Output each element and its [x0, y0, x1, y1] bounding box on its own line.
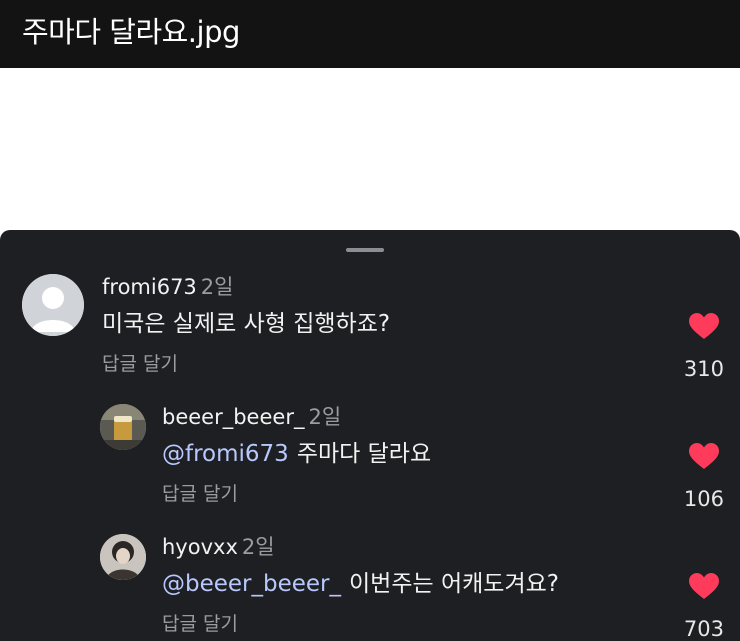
comment-text: 미국은 실제로 사형 집행하죠?	[102, 309, 390, 339]
like-count: 310	[683, 357, 724, 381]
comment-text: @fromi673 주마다 달라요	[162, 439, 431, 469]
mention-link[interactable]: @beeer_beeer_	[162, 571, 341, 597]
comments-sheet: fromi673 2일 미국은 실제로 사형 집행하죠? 답글 달기 310 be…	[0, 230, 740, 641]
comment-time: 2일	[308, 405, 342, 429]
comment-text: @beeer_beeer_ 이번주는 어캐도겨요?	[162, 569, 559, 599]
comment-time: 2일	[200, 275, 234, 299]
reply-button[interactable]: 답글 달기	[162, 482, 238, 506]
comment-item: hyovxx 2일 @beeer_beeer_ 이번주는 어캐도겨요? 답글 달기 …	[0, 528, 740, 641]
heart-icon[interactable]	[688, 442, 720, 470]
comment-time: 2일	[241, 535, 275, 559]
comment-item: beeer_beeer_ 2일 @fromi673 주마다 달라요 답글 달기 10…	[0, 398, 740, 518]
like-count: 106	[683, 487, 724, 511]
profile-photo-icon[interactable]	[100, 534, 146, 580]
profile-photo-icon[interactable]	[100, 404, 146, 450]
drag-handle[interactable]	[346, 248, 384, 252]
comment-author[interactable]: fromi673 2일	[102, 274, 233, 300]
reply-button[interactable]: 답글 달기	[162, 612, 238, 636]
username[interactable]: hyovxx	[162, 535, 238, 559]
comment-author[interactable]: beeer_beeer_ 2일	[162, 404, 341, 430]
comment-body: 이번주는 어캐도겨요?	[349, 571, 559, 597]
default-avatar-icon[interactable]	[22, 274, 84, 336]
title-bar: 주마다 달라요.jpg	[0, 0, 740, 68]
heart-icon[interactable]	[688, 572, 720, 600]
reply-button[interactable]: 답글 달기	[102, 352, 178, 376]
comment-item: fromi673 2일 미국은 실제로 사형 집행하죠? 답글 달기 310	[0, 268, 740, 388]
mention-link[interactable]: @fromi673	[162, 441, 289, 467]
comment-body: 주마다 달라요	[296, 441, 432, 467]
comment-author[interactable]: hyovxx 2일	[162, 534, 275, 560]
username[interactable]: beeer_beeer_	[162, 405, 304, 429]
username[interactable]: fromi673	[102, 275, 197, 299]
like-count: 703	[683, 617, 724, 641]
heart-icon[interactable]	[688, 312, 720, 340]
post-title: 주마다 달라요.jpg	[22, 15, 240, 49]
comment-body: 미국은 실제로 사형 집행하죠?	[102, 311, 391, 337]
